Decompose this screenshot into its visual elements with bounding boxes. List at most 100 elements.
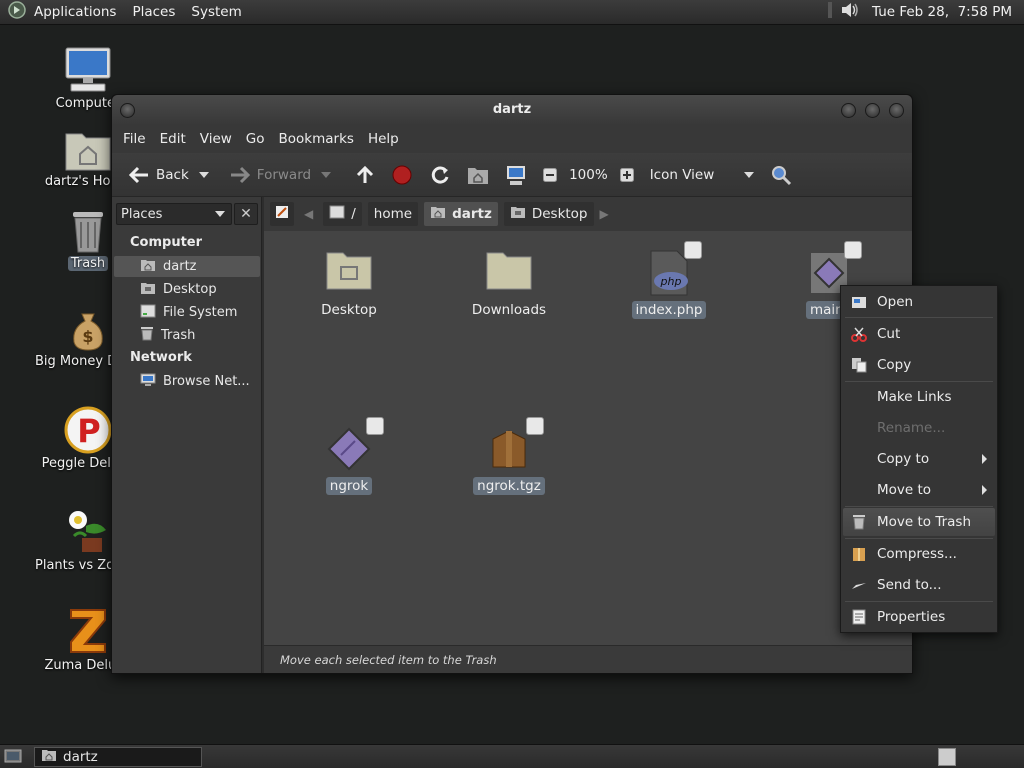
crumb-separator: / [351, 206, 356, 222]
sidebar-close-button[interactable]: ✕ [234, 203, 258, 225]
send-icon [851, 577, 867, 593]
sidebar-item-file-system[interactable]: File System [114, 302, 260, 323]
menu-file[interactable]: File [116, 131, 153, 147]
window-menu-button[interactable] [120, 103, 135, 118]
gnome-logo-icon[interactable] [8, 1, 26, 23]
menu-item-move-to[interactable]: Move to [843, 476, 995, 504]
bottom-panel: dartz [0, 744, 1024, 768]
forward-button[interactable]: Forward [223, 162, 317, 188]
menu-item-properties[interactable]: Properties [843, 603, 995, 631]
back-button[interactable]: Back [122, 162, 195, 188]
sidebar-heading-computer: Computer [130, 235, 203, 250]
crumb-dartz[interactable]: dartz [424, 202, 498, 226]
workspace-switcher[interactable] [938, 748, 956, 766]
sidebar-item-label: Desktop [163, 282, 217, 297]
submenu-arrow-icon [982, 454, 987, 464]
trash-icon [851, 514, 867, 530]
menu-item-label: Properties [877, 609, 946, 625]
file-item-desktop[interactable]: Desktop [284, 249, 414, 319]
places-menu[interactable]: Places [124, 0, 183, 25]
menu-separator [845, 506, 993, 507]
computer-icon[interactable] [499, 160, 533, 190]
menu-item-cut[interactable]: Cut [843, 320, 995, 348]
view-mode-select[interactable]: Icon View [644, 163, 760, 187]
menu-item-label: Compress... [877, 546, 957, 562]
zoom-out-icon[interactable] [537, 164, 563, 186]
sidebar-item-label: File System [163, 305, 238, 320]
up-icon[interactable] [349, 161, 381, 189]
close-button[interactable] [889, 103, 904, 118]
stop-icon[interactable] [385, 160, 419, 190]
home-folder-icon [64, 128, 112, 172]
file-label: Downloads [471, 302, 547, 318]
edit-location-button[interactable] [270, 202, 294, 226]
sidebar-item-desktop[interactable]: Desktop [114, 279, 260, 300]
forward-label: Forward [256, 166, 312, 183]
forward-history-dropdown[interactable] [321, 171, 332, 178]
submenu-arrow-icon [982, 485, 987, 495]
menu-item-send-to[interactable]: Send to... [843, 571, 995, 599]
home-folder-icon [140, 258, 156, 276]
maximize-button[interactable] [865, 103, 880, 118]
menu-help[interactable]: Help [361, 131, 406, 147]
crumb-home[interactable]: home [367, 202, 419, 226]
applications-menu[interactable]: Applications [26, 0, 124, 25]
file-item-index-php[interactable]: php index.php [604, 241, 734, 319]
menu-item-copy-to[interactable]: Copy to [843, 445, 995, 473]
folder-icon [485, 249, 533, 297]
taskbar-button-dartz[interactable]: dartz [34, 747, 202, 767]
peggle-icon: P [64, 406, 112, 454]
zoom-in-icon[interactable] [614, 164, 640, 186]
menu-separator [845, 538, 993, 539]
file-label: Desktop [321, 302, 377, 318]
context-menu: Open Cut Copy Make Links Rename... Copy … [840, 285, 998, 633]
file-item-ngrok[interactable]: ngrok [284, 417, 414, 495]
sidebar-item-browse-network[interactable]: Browse Net... [114, 371, 260, 392]
svg-text:php: php [660, 275, 682, 288]
menu-item-make-links[interactable]: Make Links [843, 383, 995, 411]
system-menu[interactable]: System [183, 0, 249, 25]
menu-item-label: Move to [877, 482, 932, 498]
menu-item-compress[interactable]: Compress... [843, 540, 995, 568]
desktop-icon-label: Trash [67, 256, 109, 271]
menu-item-move-to-trash[interactable]: Move to Trash [843, 508, 995, 536]
crumb-root[interactable]: / [323, 202, 362, 226]
crumb-desktop[interactable]: Desktop [503, 202, 594, 226]
menu-item-open[interactable]: Open [843, 288, 995, 316]
crumb-left-arrow[interactable]: ◀ [304, 207, 313, 221]
menu-view[interactable]: View [193, 131, 239, 147]
reload-icon[interactable] [423, 160, 457, 190]
menu-item-copy[interactable]: Copy [843, 351, 995, 379]
trash-icon [140, 326, 154, 345]
money-bag-icon: $ [68, 310, 108, 352]
arrow-right-icon [229, 166, 251, 184]
menu-go[interactable]: Go [239, 131, 272, 147]
minimize-button[interactable] [841, 103, 856, 118]
show-desktop-icon[interactable] [4, 748, 22, 768]
menu-separator [845, 317, 993, 318]
sidebar-item-dartz[interactable]: dartz [114, 256, 260, 277]
menu-bookmarks[interactable]: Bookmarks [272, 131, 361, 147]
menu-item-rename[interactable]: Rename... [843, 414, 995, 442]
file-item-ngrok-tgz[interactable]: ngrok.tgz [444, 417, 574, 495]
home-folder-icon [430, 205, 446, 223]
back-history-dropdown[interactable] [198, 171, 209, 178]
menu-item-label: Send to... [877, 577, 942, 593]
window-titlebar[interactable]: dartz [112, 95, 912, 125]
desktop-folder-icon [510, 205, 526, 223]
crumb-right-arrow[interactable]: ▶ [600, 207, 609, 221]
archive-icon [851, 546, 867, 562]
home-icon[interactable] [461, 161, 495, 189]
file-item-downloads[interactable]: Downloads [444, 249, 574, 319]
chevron-down-icon [215, 211, 225, 217]
clock[interactable]: Tue Feb 28, 7:58 PM [868, 0, 1016, 25]
speaker-icon[interactable] [840, 1, 860, 23]
sidebar-item-trash[interactable]: Trash [114, 325, 260, 346]
places-combo[interactable]: Places [116, 203, 232, 225]
file-view[interactable]: Desktop Downloads php index.php main. ng… [264, 231, 912, 647]
search-icon[interactable] [764, 160, 798, 190]
menu-separator [845, 601, 993, 602]
toolbar: Back Forward 100% Icon View [112, 153, 912, 197]
menu-edit[interactable]: Edit [153, 131, 193, 147]
arrow-left-icon [128, 166, 150, 184]
